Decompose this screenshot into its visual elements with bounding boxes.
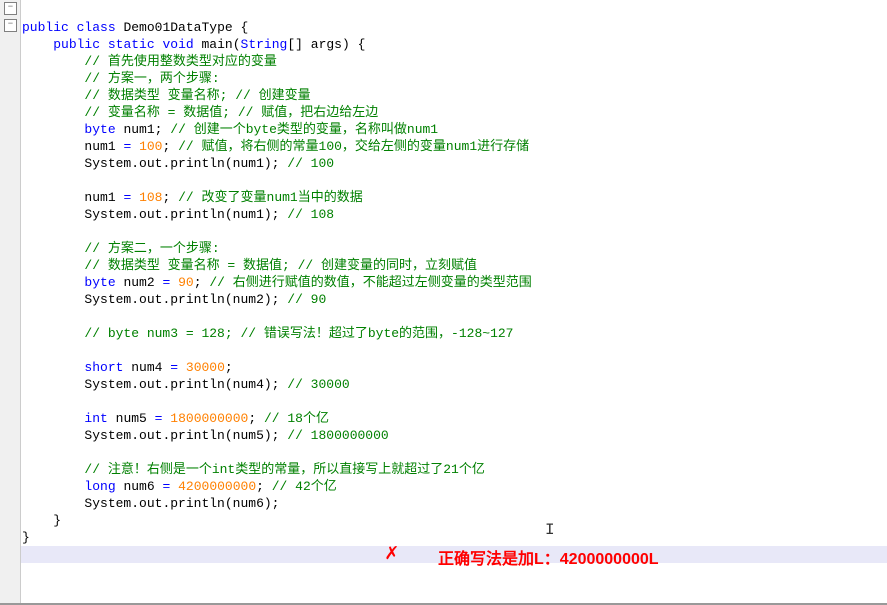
line-7: byte num1; // 创建一个byte类型的变量，名称叫做num1 [22,122,438,137]
fold-method-icon[interactable] [4,19,17,32]
line-29: System.out.println(num6); [22,496,279,511]
line-19: // byte num3 = 128; // 错误写法！超过了byte的范围，-… [22,326,513,341]
line-6: // 变量名称 = 数据值; // 赋值，把右边给左边 [22,105,378,120]
line-14: // 方案二，一个步骤: [22,241,220,256]
line-31: } [22,530,30,545]
line-27: // 注意！右侧是一个int类型的常量，所以直接写上就超过了21个亿 [22,462,485,477]
line-4: // 方案一，两个步骤: [22,71,220,86]
gutter [0,0,21,605]
line-22: System.out.println(num4); // 30000 [22,377,350,392]
code-editor[interactable]: public class Demo01DataType { public sta… [22,2,532,546]
line-17: System.out.println(num2); // 90 [22,292,326,307]
line-2: public static void main(String[] args) { [22,37,365,52]
line-5: // 数据类型 变量名称; // 创建变量 [22,88,311,103]
line-1: public class Demo01DataType { [22,20,248,35]
line-28: long num6 = 4200000000; // 42个亿 [22,479,337,494]
line-12: System.out.println(num1); // 108 [22,207,334,222]
line-15: // 数据类型 变量名称 = 数据值; // 创建变量的同时，立刻赋值 [22,258,477,273]
line-3: // 首先使用整数类型对应的变量 [22,54,277,69]
line-25: System.out.println(num5); // 1800000000 [22,428,389,443]
fold-class-icon[interactable] [4,2,17,15]
line-21: short num4 = 30000; [22,360,233,375]
line-24: int num5 = 1800000000; // 18个亿 [22,411,329,426]
error-x-icon: ✗ [385,540,398,566]
line-16: byte num2 = 90; // 右侧进行赋值的数值，不能超过左侧变量的类型… [22,275,532,290]
line-11: num1 = 108; // 改变了变量num1当中的数据 [22,190,363,205]
line-9: System.out.println(num1); // 100 [22,156,334,171]
text-cursor-icon: I [545,521,555,539]
line-8: num1 = 100; // 赋值，将右侧的常量100，交给左侧的变量num1进… [22,139,529,154]
correction-note: 正确写法是加L：4200000000L [438,545,659,569]
line-30: } [22,513,61,528]
